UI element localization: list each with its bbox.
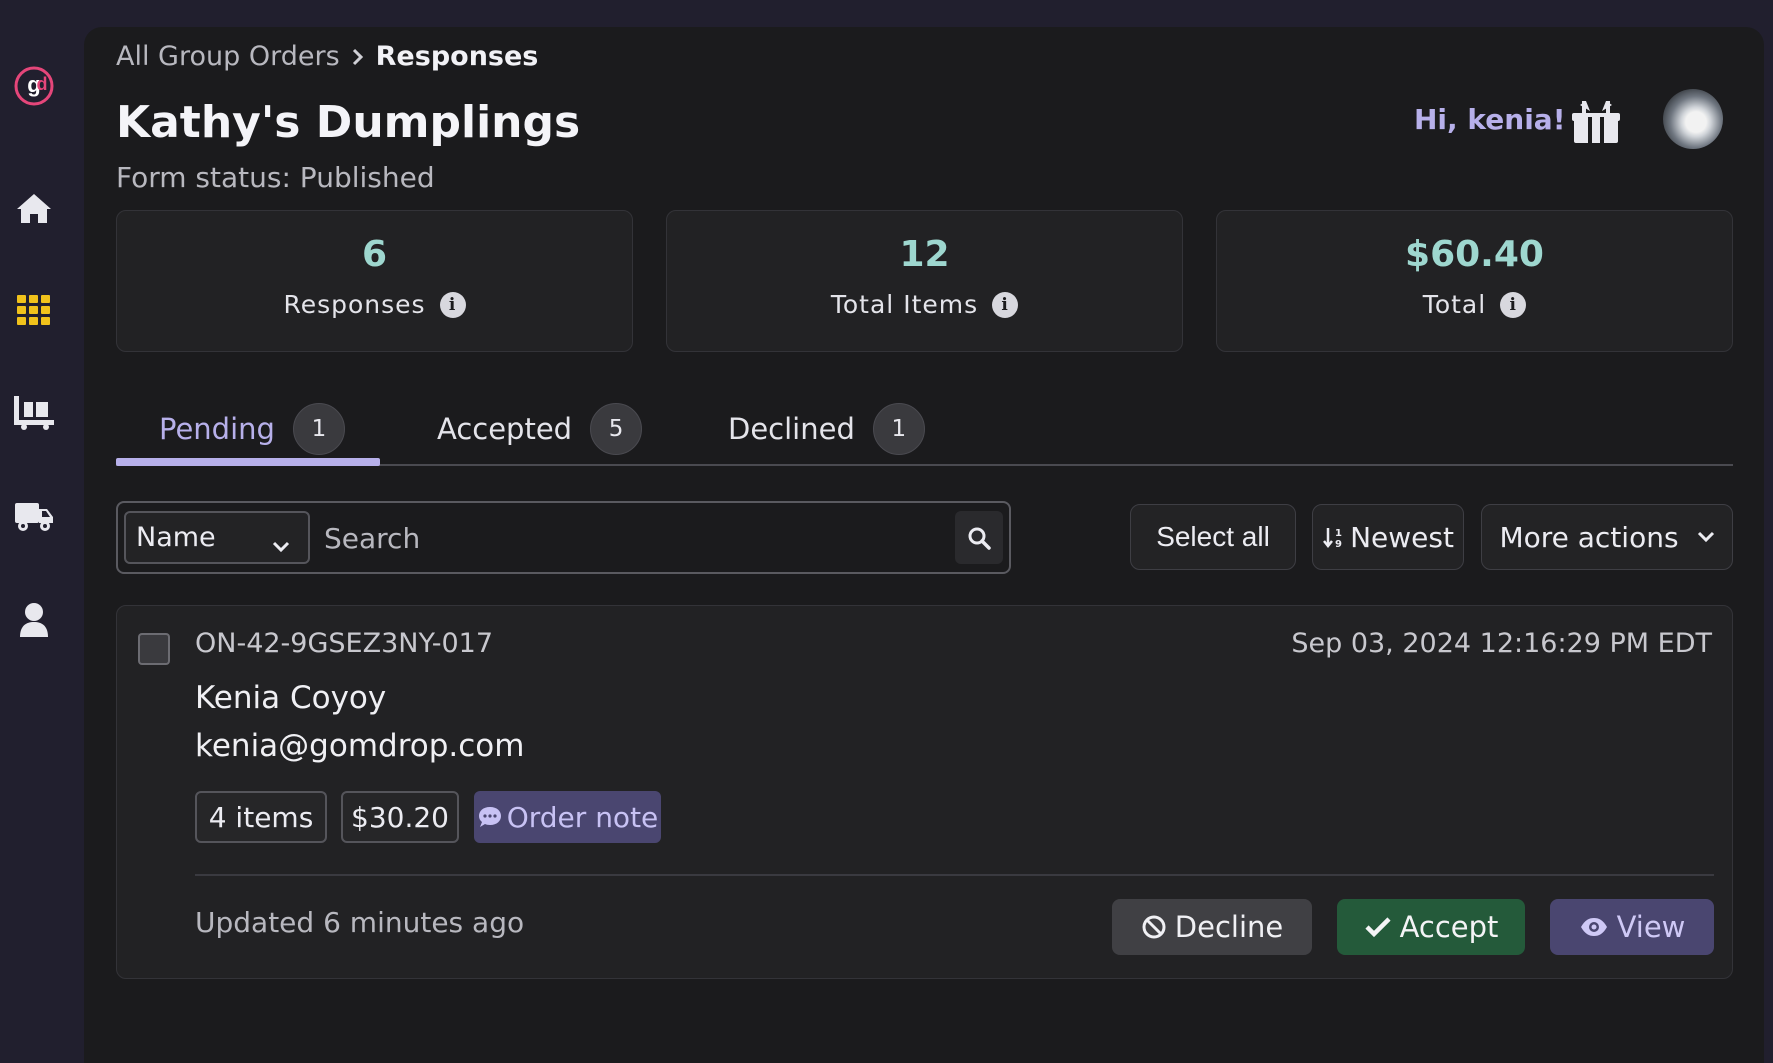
info-icon[interactable]: i: [1500, 291, 1527, 318]
breadcrumb-current: Responses: [375, 41, 539, 72]
sort-label: Newest: [1350, 520, 1454, 554]
search-bar: Name: [116, 501, 1011, 574]
search-button[interactable]: [955, 511, 1003, 564]
stat-label-row: Total i: [1217, 290, 1732, 319]
sidebar: g d: [0, 0, 84, 1063]
accept-label: Accept: [1399, 910, 1499, 944]
truck-icon[interactable]: [12, 494, 56, 538]
stat-label-row: Total Items i: [667, 290, 1182, 319]
select-all-button[interactable]: Select all: [1130, 504, 1296, 570]
svg-text:9: 9: [1335, 539, 1342, 549]
ban-icon: [1142, 915, 1166, 939]
stat-responses: 6 Responses i: [116, 210, 633, 352]
more-actions-button[interactable]: More actions: [1481, 504, 1733, 570]
tab-label: Pending: [159, 411, 275, 446]
order-date: Sep 03, 2024 12:16:29 PM EDT: [1291, 628, 1712, 659]
gift-icon[interactable]: [1570, 97, 1622, 149]
svg-text:d: d: [37, 74, 48, 94]
stat-label-row: Responses i: [117, 290, 632, 319]
view-button[interactable]: View: [1550, 899, 1714, 955]
customer-email: kenia@gomdrop.com: [195, 728, 525, 764]
view-label: View: [1616, 910, 1686, 944]
stat-label: Total Items: [830, 290, 979, 319]
more-actions-label: More actions: [1499, 520, 1679, 554]
user-greeting: Hi, kenia!: [1414, 103, 1566, 136]
tab-accepted[interactable]: Accepted 5: [437, 392, 643, 465]
tab-label: Declined: [728, 411, 855, 446]
tab-count-badge: 1: [292, 402, 345, 455]
amount-chip: $30.20: [341, 791, 459, 843]
search-field-select[interactable]: Name: [124, 511, 310, 564]
tab-count-badge: 5: [590, 402, 643, 455]
chevron-down-icon: [272, 530, 290, 561]
svg-text:1: 1: [1335, 528, 1342, 539]
updated-time: Updated 6 minutes ago: [195, 906, 525, 939]
breadcrumb-link-group-orders[interactable]: All Group Orders: [116, 41, 340, 72]
customer-name: Kenia Coyoy: [195, 680, 387, 716]
pallet-icon[interactable]: [12, 390, 56, 434]
stat-total: $60.40 Total i: [1216, 210, 1733, 352]
avatar[interactable]: [1663, 89, 1723, 149]
form-status: Form status: Published: [116, 161, 435, 194]
info-icon[interactable]: i: [992, 291, 1019, 318]
items-chip: 4 items: [195, 791, 327, 843]
main-panel: All Group Orders Responses Kathy's Dumpl…: [84, 27, 1764, 1063]
search-input[interactable]: [324, 513, 864, 563]
stat-label: Total: [1422, 290, 1487, 319]
tab-label: Accepted: [437, 411, 573, 446]
response-card: ON-42-9GSEZ3NY-017 Sep 03, 2024 12:16:29…: [116, 605, 1733, 979]
decline-label: Decline: [1174, 910, 1284, 944]
tab-count-badge: 1: [872, 402, 925, 455]
search-icon: [968, 527, 991, 550]
stat-value: $60.40: [1405, 234, 1544, 275]
decline-button[interactable]: Decline: [1112, 899, 1312, 955]
chevron-right-icon: [352, 48, 364, 66]
sort-button[interactable]: 1 9 Newest: [1312, 504, 1464, 570]
card-divider: [195, 874, 1714, 876]
select-checkbox[interactable]: [138, 633, 170, 665]
search-field-value: Name: [136, 522, 216, 553]
info-icon[interactable]: i: [439, 291, 466, 318]
sort-icon: 1 9: [1323, 528, 1342, 549]
tab-pending[interactable]: Pending 1: [159, 392, 345, 465]
tab-declined[interactable]: Declined 1: [728, 392, 925, 465]
page-title: Kathy's Dumplings: [116, 97, 581, 148]
stat-label: Responses: [283, 290, 426, 319]
stat-value: 6: [361, 234, 388, 275]
stat-total-items: 12 Total Items i: [666, 210, 1183, 352]
comment-icon: [478, 807, 501, 827]
app-logo-icon[interactable]: g d: [12, 62, 56, 106]
order-id: ON-42-9GSEZ3NY-017: [195, 628, 494, 659]
user-icon[interactable]: [12, 598, 56, 642]
active-tab-indicator: [116, 458, 380, 466]
home-icon[interactable]: [12, 186, 56, 230]
grid-icon[interactable]: [12, 288, 56, 332]
breadcrumb: All Group Orders Responses: [116, 41, 538, 72]
check-icon: [1364, 917, 1391, 938]
eye-icon: [1580, 918, 1607, 936]
order-note-chip[interactable]: Order note: [474, 791, 661, 843]
chevron-down-icon: [1697, 531, 1714, 543]
accept-button[interactable]: Accept: [1337, 899, 1525, 955]
stat-value: 12: [899, 234, 950, 275]
order-note-label: Order note: [506, 800, 659, 834]
